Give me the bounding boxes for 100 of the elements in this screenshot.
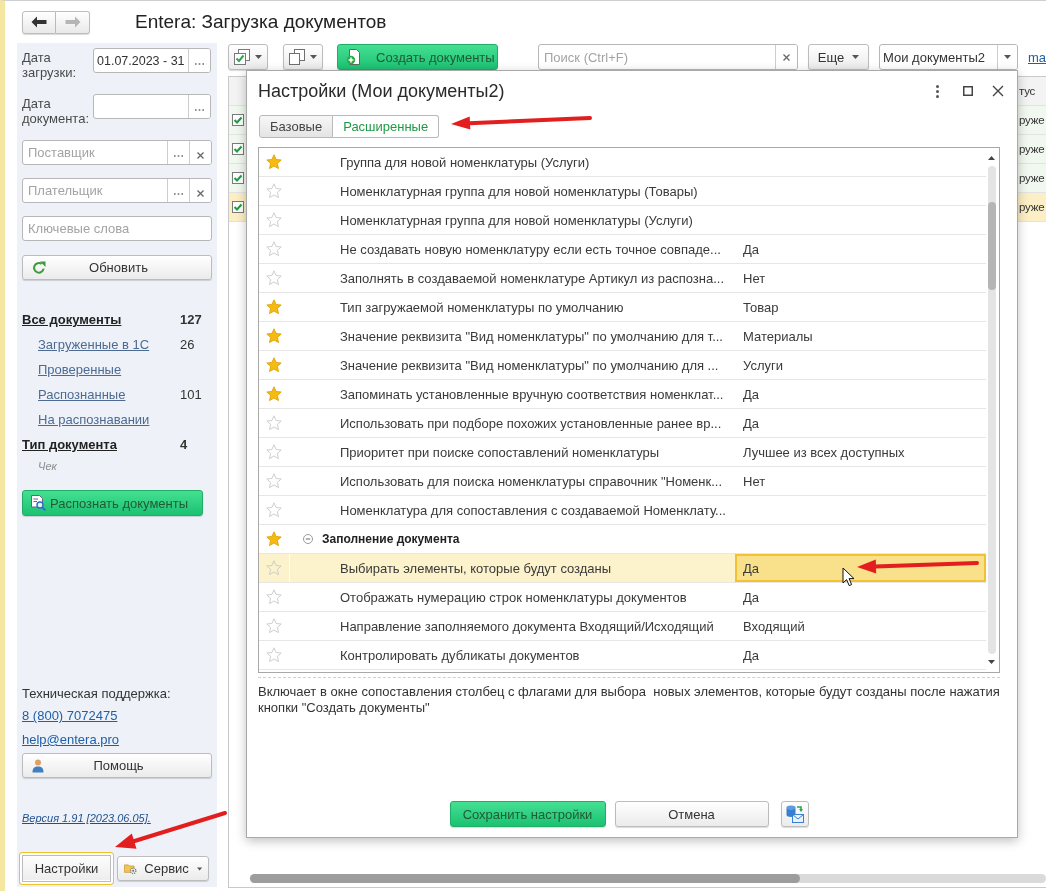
scroll-up-arrow-icon[interactable] — [988, 156, 995, 160]
filter-link[interactable]: Проверенные — [38, 362, 122, 377]
setting-value[interactable]: Да — [735, 583, 986, 611]
settings-row[interactable]: Использовать для поиска номенклатуры справочник "Номенк... Нет — [259, 467, 986, 496]
filter-link[interactable]: На распознавании — [38, 412, 150, 427]
clear-button[interactable] — [189, 179, 211, 202]
view-select[interactable]: Мои документы2 — [879, 44, 1018, 70]
choose-button[interactable] — [188, 49, 210, 72]
setting-value[interactable]: Услуги — [735, 351, 986, 379]
star-icon[interactable] — [266, 502, 282, 518]
settings-row[interactable]: Выбирать элементы, которые будут созданы Да — [259, 554, 986, 583]
settings-row[interactable]: Отображать нумерацию строк номенклатуры документов Да — [259, 583, 986, 612]
setting-value[interactable]: Да — [735, 409, 986, 437]
settings-row[interactable]: Значение реквизита "Вид номенклатуры" по умолчанию для т... Материалы — [259, 322, 986, 351]
setting-value[interactable]: Да — [735, 380, 986, 408]
settings-row[interactable]: Контролировать дубликаты документов Да — [259, 641, 986, 670]
scrollbar[interactable] — [987, 166, 996, 654]
filter-link[interactable]: Распознанные — [38, 387, 126, 402]
scroll-down-arrow-icon[interactable] — [988, 660, 995, 664]
setting-value[interactable]: Нет — [735, 467, 986, 495]
recognize-button[interactable]: Распознать документы — [22, 490, 203, 516]
checkbox[interactable] — [232, 114, 244, 126]
star-icon[interactable] — [266, 270, 282, 286]
star-icon[interactable] — [266, 357, 282, 373]
tab[interactable]: Расширенные — [333, 115, 440, 138]
cancel-button[interactable]: Отмена — [614, 801, 769, 827]
setting-value[interactable]: Да — [735, 235, 986, 263]
settings-row[interactable]: Номенклатура для сопоставления с создаваемой Номенклату... — [259, 496, 986, 525]
collapse-icon[interactable] — [303, 534, 313, 544]
star-icon[interactable] — [266, 154, 282, 170]
caret-icon — [255, 55, 262, 59]
service-menu-button[interactable]: Сервис — [117, 856, 209, 881]
setting-value[interactable]: Входящий — [735, 612, 986, 640]
star-icon[interactable] — [266, 328, 282, 344]
back-button[interactable] — [22, 10, 56, 34]
star-icon[interactable] — [266, 473, 282, 489]
setting-name: Отображать нумерацию строк номенклатуры документов — [340, 589, 687, 605]
create-documents-button[interactable]: Создать документы — [337, 44, 498, 70]
star-icon[interactable] — [266, 241, 282, 257]
star-icon[interactable] — [266, 183, 282, 199]
star-icon[interactable] — [266, 212, 282, 228]
dropdown-button[interactable] — [997, 45, 1017, 69]
settings-row[interactable]: Заполнять в создаваемой номенклатуре Артикул из распозна... Нет — [259, 264, 986, 293]
setting-value[interactable]: Нет — [735, 264, 986, 292]
settings-button[interactable]: Настройки — [19, 852, 114, 885]
phone-link[interactable]: 8 (800) 7072475 — [22, 708, 118, 723]
star-icon[interactable] — [266, 560, 282, 576]
count-label: 127 — [180, 312, 202, 327]
date-range-field[interactable]: 01.07.2023 - 31 — [93, 48, 211, 73]
link[interactable]: ma — [1028, 49, 1046, 65]
refresh-button[interactable]: Обновить — [22, 255, 212, 280]
scrollbar-thumb[interactable] — [250, 874, 800, 883]
star-icon[interactable] — [266, 647, 282, 663]
setting-value[interactable]: Лучшее из всех доступных — [735, 438, 986, 466]
ellipsis-icon — [195, 108, 204, 111]
settings-row[interactable]: Запоминать установленные вручную соответствия номенклат... Да — [259, 380, 986, 409]
checkbox[interactable] — [232, 172, 244, 184]
setting-value[interactable]: Материалы — [735, 322, 986, 350]
filter-link[interactable]: Загруженные в 1С — [38, 337, 150, 352]
star-icon[interactable] — [266, 618, 282, 634]
settings-row[interactable]: Использовать при подборе похожих установленные ранее вр... Да — [259, 409, 986, 438]
setting-name: Направление заполняемого документа Входящий/Исходящий — [340, 618, 714, 634]
mark-menu-button[interactable] — [228, 44, 268, 70]
choose-button[interactable] — [188, 95, 210, 118]
star-icon[interactable] — [266, 415, 282, 431]
settings-row[interactable]: Значение реквизита "Вид номенклатуры" по умолчанию для ... Услуги — [259, 351, 986, 380]
help-button[interactable]: Помощь — [22, 753, 212, 778]
tab[interactable]: Базовые — [259, 115, 334, 138]
checkbox[interactable] — [232, 201, 244, 213]
version-link[interactable]: Версия 1.91 [2023.06.05]. — [22, 812, 151, 824]
clear-button[interactable] — [775, 45, 797, 69]
settings-row[interactable]: Приоритет при поиске сопоставлений номенклатуры Лучшее из всех доступных — [259, 438, 986, 467]
setting-value[interactable]: Товар — [735, 293, 986, 321]
star-icon[interactable] — [266, 299, 282, 315]
table-cell: руже — [1018, 164, 1046, 192]
settings-row[interactable]: Не создавать новую номенклатуру если есть точное совпаде... Да — [259, 235, 986, 264]
settings-row[interactable]: Номенклатурная группа для новой номенклатуры (Товары) — [259, 177, 986, 206]
star-icon[interactable] — [266, 444, 282, 460]
star-icon[interactable] — [266, 531, 282, 547]
settings-row[interactable]: Направление заполняемого документа Входящий/Исходящий Входящий — [259, 612, 986, 641]
setting-value[interactable]: Да — [735, 554, 986, 582]
export-button[interactable] — [780, 801, 809, 827]
star-icon[interactable] — [266, 386, 282, 402]
save-settings-button[interactable]: Сохранить настройки — [449, 801, 606, 827]
settings-row[interactable]: Номенклатурная группа для новой номенклатуры (Услуги) — [259, 206, 986, 235]
star-icon[interactable] — [266, 589, 282, 605]
close-icon — [992, 85, 1004, 97]
checkbox[interactable] — [232, 143, 244, 155]
email-link[interactable]: help@entera.pro — [22, 732, 120, 747]
settings-row[interactable]: Тип загружаемой номенклатуры по умолчанию Товар — [259, 293, 986, 322]
date-field[interactable] — [93, 94, 211, 119]
scrollbar-thumb[interactable] — [987, 202, 996, 290]
setting-value[interactable]: Да — [735, 641, 986, 669]
clear-button[interactable] — [189, 141, 211, 164]
scrollbar[interactable] — [250, 874, 1046, 883]
category-link[interactable]: Тип документа — [22, 437, 117, 452]
category-link[interactable]: Все документы — [22, 312, 122, 327]
more-button[interactable]: Еще — [808, 44, 869, 70]
copy-menu-button[interactable] — [283, 44, 323, 70]
settings-row[interactable]: Группа для новой номенклатуры (Услуги) — [259, 148, 986, 177]
